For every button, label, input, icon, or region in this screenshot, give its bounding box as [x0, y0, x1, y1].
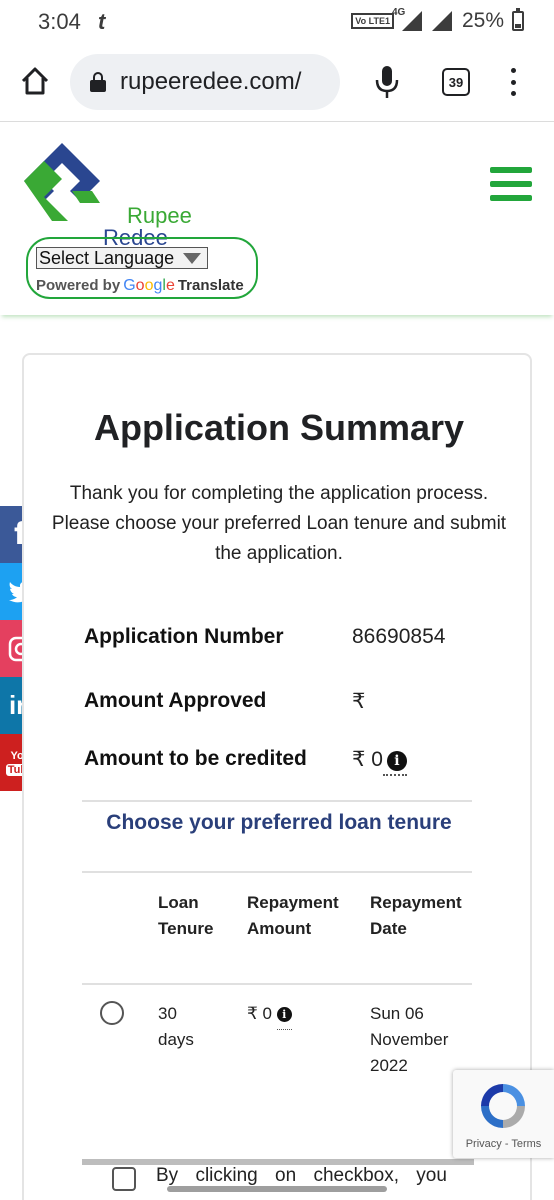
- home-icon[interactable]: [20, 66, 50, 96]
- status-time: 3:04: [38, 9, 81, 34]
- logo-mark-icon: [24, 143, 100, 221]
- intro-text: Thank you for completing the application…: [51, 483, 507, 564]
- recaptcha-links: Privacy - Terms: [465, 1138, 542, 1150]
- status-bar: 3:04 t Vo LTE1 4G 25%: [0, 0, 554, 46]
- application-number-label: Application Number: [84, 625, 284, 648]
- battery-percent: 25%: [461, 9, 504, 32]
- rupeeredee-logo[interactable]: Rupee Redee: [22, 141, 192, 250]
- translate-label: Translate: [177, 277, 244, 294]
- amount-credited-value: ₹ 0: [352, 748, 383, 771]
- site-header: Rupee Redee Select Language Powered by Go…: [0, 123, 554, 315]
- amount-approved-value: ₹: [352, 690, 366, 713]
- amount-credited-label: Amount to be credited: [84, 747, 307, 770]
- info-icon[interactable]: i: [276, 1007, 292, 1022]
- amount-approved-label: Amount Approved: [84, 689, 267, 712]
- mic-icon[interactable]: [374, 64, 400, 100]
- recaptcha-icon: [481, 1084, 525, 1128]
- battery-icon: [512, 8, 524, 31]
- status-indicators: Vo LTE1 4G 25%: [351, 7, 524, 33]
- volte-icon: Vo LTE1: [351, 13, 394, 29]
- signal-icon: 4G: [392, 7, 424, 32]
- page-title: Application Summary: [93, 407, 465, 448]
- address-bar[interactable]: rupeeredee.com/: [70, 54, 340, 110]
- carrier-icon: t: [98, 9, 106, 34]
- privacy-link[interactable]: Privacy: [466, 1138, 502, 1150]
- browser-toolbar: rupeeredee.com/ 39: [0, 46, 554, 122]
- powered-by-google: Powered by Google Translate: [36, 277, 244, 295]
- table-header-loan-tenure: Loan Tenure: [158, 893, 214, 938]
- caret-down-icon: [183, 253, 201, 264]
- tenure-heading: Choose your preferred loan tenure: [106, 811, 452, 834]
- url-text: rupeeredee.com/: [120, 68, 302, 95]
- divider: [82, 800, 472, 802]
- recaptcha-badge[interactable]: Privacy - Terms: [453, 1070, 554, 1158]
- divider: [82, 983, 472, 985]
- tabs-button[interactable]: 39: [442, 68, 470, 96]
- tenure-radio-30-days[interactable]: [100, 1001, 124, 1025]
- table-cell-repayment-amount: ₹ 0 i: [247, 1001, 292, 1030]
- language-select[interactable]: Select Language: [36, 247, 208, 269]
- consent-checkbox[interactable]: [112, 1167, 136, 1191]
- overflow-menu-icon[interactable]: [506, 66, 520, 98]
- table-cell-tenure: 30 days: [158, 1004, 194, 1049]
- hamburger-menu-icon[interactable]: [490, 167, 532, 201]
- table-header-repayment-date: Repayment Date: [370, 893, 462, 938]
- terms-link[interactable]: Terms: [511, 1138, 541, 1150]
- consent-text: By clicking on checkbox, you: [156, 1165, 447, 1186]
- signal-icon-2: [431, 10, 454, 32]
- powered-by-label: Powered by: [36, 277, 121, 294]
- application-number-value: 86690854: [352, 625, 446, 648]
- lock-icon: [90, 72, 106, 92]
- info-icon[interactable]: i: [386, 751, 407, 771]
- amount-credited-value-wrap: ₹ 0i: [352, 747, 407, 776]
- table-cell-repayment-date: Sun 06 November 2022: [370, 1004, 449, 1075]
- google-translate-widget: Select Language Powered by Google Translat…: [26, 237, 258, 299]
- divider: [82, 871, 472, 873]
- table-header-repayment-amount: Repayment Amount: [247, 893, 339, 938]
- google-logo[interactable]: Google: [123, 277, 175, 294]
- gesture-navigation-bar[interactable]: [167, 1186, 387, 1192]
- language-select-label: Select Language: [39, 248, 175, 268]
